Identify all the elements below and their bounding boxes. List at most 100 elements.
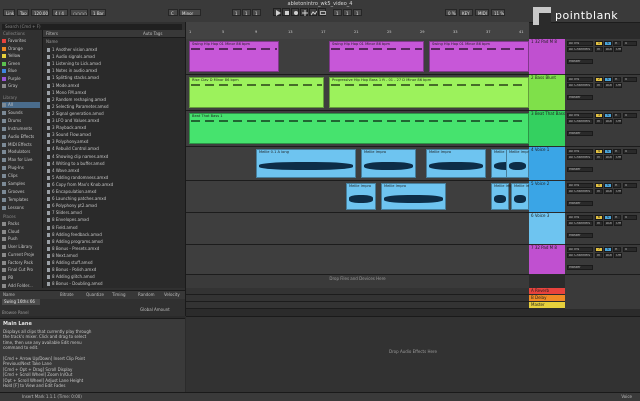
overdub-button[interactable]: [300, 8, 308, 16]
solo-button[interactable]: S: [604, 113, 612, 118]
solo-button[interactable]: S: [604, 215, 612, 220]
file-item[interactable]: 8 Envelopes.amxd: [47, 216, 89, 223]
bar-number[interactable]: 9: [255, 30, 257, 34]
track-activator-button[interactable]: 6: [595, 215, 603, 220]
place-item-pb[interactable]: PB: [2, 275, 13, 281]
place-item-packs[interactable]: Packs: [2, 221, 19, 227]
return-lane-2[interactable]: [186, 295, 529, 302]
library-item-templates[interactable]: Templates: [2, 197, 28, 203]
input-type-select[interactable]: All Ins: [567, 247, 593, 252]
loop-start-bar[interactable]: 1: [333, 9, 342, 16]
monitor-in[interactable]: In: [595, 189, 603, 194]
loop-start-sixteenth[interactable]: 1: [353, 9, 362, 16]
file-item[interactable]: 4 Rebuild Control.amxd: [47, 145, 99, 152]
monitor-off[interactable]: Off: [614, 221, 622, 226]
solo-button[interactable]: S: [604, 77, 612, 82]
track-activator-button[interactable]: 1: [595, 41, 603, 46]
file-item[interactable]: 8 Bonus - Polish.amxd: [47, 266, 96, 273]
link-button[interactable]: Link: [3, 9, 15, 16]
bar-number[interactable]: 41: [519, 30, 524, 34]
arm-button[interactable]: R: [613, 41, 621, 46]
drop-effects-area[interactable]: Drop Audio Effects Here: [186, 349, 640, 354]
bar-number[interactable]: 1: [189, 30, 191, 34]
return-lane-1[interactable]: [186, 288, 529, 295]
file-item[interactable]: 2 Signal generation.amxd: [47, 110, 104, 117]
clip[interactable]: Mellie Impro: [346, 183, 376, 210]
file-item[interactable]: 1 Splitting stacks.amxd: [47, 74, 99, 81]
file-item[interactable]: 1 Listening to Lick.amxd: [47, 60, 101, 67]
monitor-in[interactable]: In: [595, 47, 603, 52]
library-item-max-for-live[interactable]: Max for Live: [2, 157, 32, 163]
output-select[interactable]: Master: [567, 131, 593, 136]
file-item[interactable]: 8 Bonus - Doubling.amxd: [47, 280, 103, 287]
place-item-factory-pack[interactable]: Factory Pack: [2, 260, 33, 266]
file-item[interactable]: 6 Launching patches.amxd: [47, 195, 106, 202]
file-item[interactable]: 6 Polyphony pt2.amxd: [47, 202, 97, 209]
library-item-all[interactable]: All: [2, 102, 40, 108]
file-item[interactable]: 8 Adding feedback.amxd: [47, 231, 102, 238]
key-scale[interactable]: Minor: [179, 9, 201, 16]
monitor-auto[interactable]: Auto: [604, 119, 613, 124]
file-item[interactable]: 8 Next.amxd: [47, 252, 78, 259]
arrangement-track-6[interactable]: [186, 213, 529, 245]
position-bar[interactable]: 1: [232, 9, 241, 16]
output-select[interactable]: Master: [567, 59, 593, 64]
input-type-select[interactable]: All Ins: [567, 113, 593, 118]
volume-field[interactable]: 0: [623, 247, 637, 252]
name-column-header[interactable]: Name: [46, 39, 58, 44]
arrangement-track-4[interactable]: Mellie 0.1 A long Mellie Impro Mellie Impr…: [186, 147, 531, 181]
groove-column-timing[interactable]: Timing: [112, 292, 126, 297]
arm-button[interactable]: R: [613, 215, 621, 220]
place-item-user-library[interactable]: User Library: [2, 244, 32, 250]
auto-tags-button[interactable]: Auto Tags: [143, 31, 162, 36]
bar-number[interactable]: 21: [354, 30, 359, 34]
track-activator-button[interactable]: 4: [595, 149, 603, 154]
file-item[interactable]: 8 Adding glitch.amxd: [47, 273, 95, 280]
bar-number[interactable]: 17: [321, 30, 326, 34]
key-map-button[interactable]: KEY: [459, 9, 473, 16]
monitor-auto[interactable]: Auto: [604, 83, 613, 88]
file-item[interactable]: 8 Adding stuff.amxd: [47, 259, 93, 266]
volume-field[interactable]: 0: [623, 77, 637, 82]
arrangement-track-1[interactable]: Swing Hip Hop 01 Minor 86 bpm Swing Hip H…: [186, 39, 529, 75]
groove-column-random[interactable]: Random: [138, 292, 155, 297]
bar-number[interactable]: 13: [288, 30, 293, 34]
arm-button[interactable]: R: [613, 247, 621, 252]
groove-column-velocity[interactable]: Velocity: [164, 292, 180, 297]
arm-button[interactable]: R: [613, 77, 621, 82]
key-root[interactable]: C: [168, 9, 178, 16]
arrangement-track-2[interactable]: Rise Clav D Minor 86 bpm Progressive Hip …: [186, 75, 529, 111]
monitor-off[interactable]: Off: [614, 155, 622, 160]
file-item[interactable]: 3 LFO and Values.amxd: [47, 117, 99, 124]
automation-arm-button[interactable]: [309, 8, 317, 16]
track-name-2[interactable]: 2 Bass Blunt: [529, 75, 565, 110]
clip[interactable]: Mellie 0.1 A long: [256, 149, 356, 178]
file-item[interactable]: 5 Adding randomness.amxd: [47, 174, 108, 181]
monitor-in[interactable]: In: [595, 253, 603, 258]
file-item[interactable]: 8 Adding programs.amxd: [47, 238, 103, 245]
input-channel-select[interactable]: All Channels: [567, 155, 593, 160]
place-item-push[interactable]: Push: [2, 236, 18, 242]
loop-start-beat[interactable]: 1: [343, 9, 352, 16]
place-item-final-cut-pro[interactable]: Final Cut Pro: [2, 267, 33, 273]
library-item-samples[interactable]: Samples: [2, 181, 25, 187]
monitor-auto[interactable]: Auto: [604, 189, 613, 194]
output-select[interactable]: Master: [567, 233, 593, 238]
monitor-off[interactable]: Off: [614, 189, 622, 194]
arrangement-track-3[interactable]: Beat That Bass 1: [186, 111, 529, 147]
file-item[interactable]: 7 Sliders.amxd: [47, 209, 82, 216]
file-item[interactable]: 1 Mono FM.amxd: [47, 89, 86, 96]
position-beat[interactable]: 1: [242, 9, 251, 16]
output-select[interactable]: Master: [567, 167, 593, 172]
collection-purple[interactable]: Purple: [2, 76, 21, 82]
file-item[interactable]: 1 Audio signals.amxd: [47, 53, 95, 60]
return-lane-3[interactable]: [186, 302, 529, 309]
bar-number[interactable]: 5: [222, 30, 224, 34]
solo-button[interactable]: S: [604, 149, 612, 154]
track-activator-button[interactable]: 5: [595, 183, 603, 188]
arm-button[interactable]: R: [613, 149, 621, 154]
monitor-off[interactable]: Off: [614, 83, 622, 88]
volume-field[interactable]: 0: [623, 215, 637, 220]
library-item-midi-effects[interactable]: MIDI Effects: [2, 142, 32, 148]
monitor-auto[interactable]: Auto: [604, 221, 613, 226]
